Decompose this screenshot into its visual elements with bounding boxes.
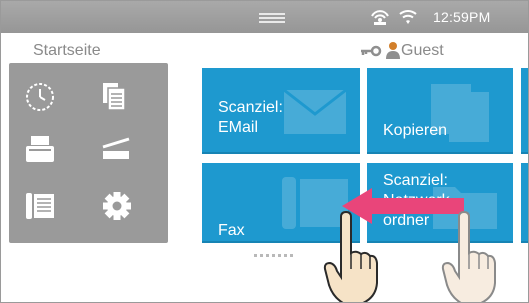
fax-icon[interactable]: [24, 190, 56, 222]
key-icon: [361, 45, 382, 57]
tile-scan-to-email[interactable]: Scanziel: EMail: [202, 68, 360, 154]
tile-copy[interactable]: Kopieren: [367, 68, 513, 154]
tile-label: Kopieren: [383, 122, 448, 139]
hand-icon: [323, 211, 378, 302]
quick-panel: [9, 63, 168, 243]
hand-icon: [441, 211, 496, 302]
tile-label: Fax: [218, 222, 245, 239]
copy-icon[interactable]: [102, 82, 128, 112]
network-icon: [371, 10, 389, 25]
scanner-icon[interactable]: [101, 137, 131, 163]
user-icon[interactable]: [386, 41, 400, 59]
tile-label: Scanziel: EMail: [218, 99, 283, 136]
wifi-icon: [399, 10, 417, 24]
printer-icon[interactable]: [24, 134, 56, 166]
status-time: 12:59PM: [433, 9, 491, 25]
printer-home-screen: 12:59PM Startseite Guest Scanziel: EMail…: [0, 0, 529, 303]
drag-handle[interactable]: [259, 13, 285, 23]
page-title: Startseite: [33, 42, 101, 59]
status-bar[interactable]: 12:59PM: [1, 1, 528, 33]
tile-partial[interactable]: [521, 163, 528, 243]
settings-icon[interactable]: [101, 190, 133, 222]
clock-icon[interactable]: [24, 81, 56, 113]
page-indicator: [254, 254, 293, 257]
status-icons: [369, 7, 417, 27]
user-name[interactable]: Guest: [401, 42, 444, 60]
email-icon: [283, 88, 347, 134]
tile-partial[interactable]: [521, 68, 528, 154]
